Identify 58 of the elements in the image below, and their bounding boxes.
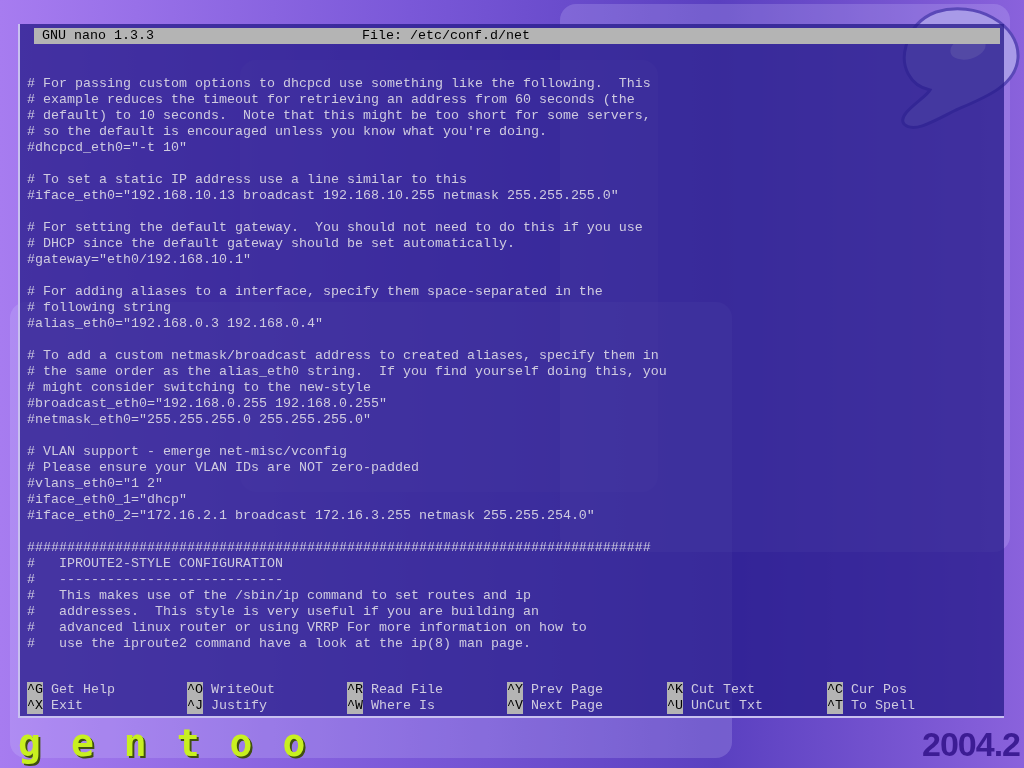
- shortcut-key: ^T: [827, 698, 843, 714]
- version-text: 2004.2: [922, 724, 1020, 764]
- shortcut-key: ^G: [27, 682, 43, 698]
- code-line: # VLAN support - emerge net-misc/vconfig: [27, 444, 347, 460]
- shortcut-label: Justify: [211, 698, 267, 714]
- code-line: ##############################################################################: [27, 540, 651, 556]
- code-line: #vlans_eth0="1 2": [27, 476, 163, 492]
- code-line: # the same order as the alias_eth0 string. If you find yourself doing this, you: [27, 364, 667, 380]
- code-line: # Please ensure your VLAN IDs are NOT zero-padded: [27, 460, 419, 476]
- code-line: # For passing custom options to dhcpcd use something like the following. This: [27, 76, 651, 92]
- code-line: # following string: [27, 300, 171, 316]
- code-line: #dhcpcd_eth0="-t 10": [27, 140, 187, 156]
- code-line: # For setting the default gateway. You should not need to do this if you use: [27, 220, 643, 236]
- code-line: # addresses. This style is very useful if you are building an: [27, 604, 539, 620]
- shortcut-key: ^W: [347, 698, 363, 714]
- shortcut-key: ^K: [667, 682, 683, 698]
- code-line: # DHCP since the default gateway should be set automatically.: [27, 236, 515, 252]
- code-line: # For adding aliases to a interface, specify them space-separated in the: [27, 284, 603, 300]
- shortcut-label: To Spell: [851, 698, 915, 714]
- code-line: #gateway="eth0/192.168.10.1": [27, 252, 251, 268]
- shortcut-label: Cut Text: [691, 682, 755, 698]
- logo-text: gentoo: [18, 721, 337, 767]
- code-line: # use the iproute2 command have a look at the ip(8) man page.: [27, 636, 531, 652]
- shortcut-key: ^V: [507, 698, 523, 714]
- shortcut-key: ^C: [827, 682, 843, 698]
- shortcut-label: Read File: [371, 682, 443, 698]
- code-line: # default) to 10 seconds. Note that this might be too short for some servers,: [27, 108, 651, 124]
- file-title: File: /etc/conf.d/net: [362, 28, 530, 44]
- code-line: #broadcast_eth0="192.168.0.255 192.168.0.255": [27, 396, 387, 412]
- shortcut-label: WriteOut: [211, 682, 275, 698]
- shortcut-key: ^Y: [507, 682, 523, 698]
- code-line: # ----------------------------: [27, 572, 283, 588]
- program-title: GNU nano 1.3.3: [42, 28, 155, 44]
- code-line: # To set a static IP address use a line similar to this: [27, 172, 467, 188]
- code-line: # example reduces the timeout for retrieving an address from 60 seconds (the: [27, 92, 635, 108]
- shortcut-key: ^J: [187, 698, 203, 714]
- shortcut-label: Where Is: [371, 698, 435, 714]
- code-line: #alias_eth0="192.168.0.3 192.168.0.4": [27, 316, 323, 332]
- code-line: #iface_eth0="192.168.10.13 broadcast 192.168.10.255 netmask 255.255.255.0": [27, 188, 619, 204]
- code-line: #iface_eth0_2="172.16.2.1 broadcast 172.16.3.255 netmask 255.255.254.0": [27, 508, 595, 524]
- shortcut-label: Exit: [51, 698, 83, 714]
- code-line: # advanced linux router or using VRRP For more information on how to: [27, 620, 587, 636]
- shortcut-key: ^X: [27, 698, 43, 714]
- code-line: #iface_eth0_1="dhcp": [27, 492, 187, 508]
- shortcut-key: ^U: [667, 698, 683, 714]
- shortcut-key: ^O: [187, 682, 203, 698]
- shortcut-label: UnCut Txt: [691, 698, 763, 714]
- code-line: # IPROUTE2-STYLE CONFIGURATION: [27, 556, 283, 572]
- code-line: #netmask_eth0="255.255.255.0 255.255.255.0": [27, 412, 371, 428]
- shortcut-label: Next Page: [531, 698, 603, 714]
- code-line: # so the default is encouraged unless you know what you're doing.: [27, 124, 547, 140]
- code-line: # might consider switching to the new-style: [27, 380, 371, 396]
- shortcut-key: ^R: [347, 682, 363, 698]
- code-line: # This makes use of the /sbin/ip command to set routes and ip: [27, 588, 531, 604]
- shortcut-label: Cur Pos: [851, 682, 907, 698]
- code-line: # To add a custom netmask/broadcast address to created aliases, specify them in: [27, 348, 659, 364]
- shortcut-label: Get Help: [51, 682, 115, 698]
- shortcut-label: Prev Page: [531, 682, 603, 698]
